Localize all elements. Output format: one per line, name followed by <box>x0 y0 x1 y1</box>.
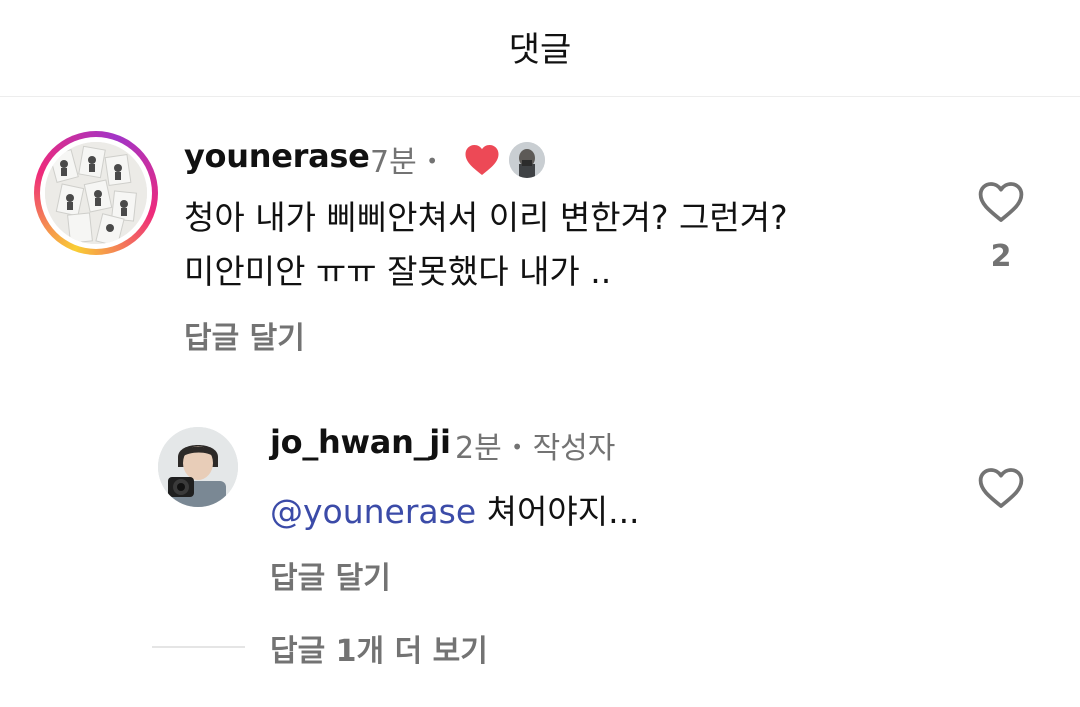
separator-dot: • <box>426 149 439 173</box>
reply-body: 쳐어야지... <box>486 492 640 531</box>
page-title: 댓글 <box>508 30 572 70</box>
comment-text-line: 청아 내가 삐삐안쳐서 이리 변한겨? 그런겨? <box>184 198 788 237</box>
like-heart-icon[interactable] <box>977 466 1025 510</box>
comment-username[interactable]: younerase <box>184 137 370 175</box>
reply-time: 2분 <box>455 431 502 466</box>
author-liked-avatar <box>509 142 545 178</box>
reply-button[interactable]: 답글 달기 <box>184 313 305 357</box>
like-heart-icon[interactable] <box>977 180 1025 224</box>
reply-button[interactable]: 답글 달기 <box>270 553 391 597</box>
red-heart-icon <box>465 145 499 175</box>
avatar[interactable] <box>34 131 158 255</box>
reply-meta: 2분 • 작성자 <box>455 423 615 467</box>
avatar[interactable] <box>158 427 238 507</box>
mention-link[interactable]: @younerase <box>270 492 476 531</box>
comment-text-line: 미안미안 ㅠㅠ 잘못했다 내가 .. <box>184 252 612 291</box>
comments-sheet-header: 댓글 <box>0 0 1080 97</box>
comment-meta: 7분 • <box>370 137 438 181</box>
divider <box>152 646 245 648</box>
reply-username[interactable]: jo_hwan_ji <box>270 423 451 461</box>
author-badge: 작성자 <box>532 431 616 466</box>
comment-time: 7분 <box>370 145 417 180</box>
view-more-replies-button[interactable]: 답글 1개 더 보기 <box>270 626 488 670</box>
like-count[interactable]: 2 <box>977 239 1025 274</box>
reply-text: @younerase 쳐어야지... <box>270 485 640 539</box>
comment-text: 청아 내가 삐삐안쳐서 이리 변한겨? 그런겨? 미안미안 ㅠㅠ 잘못했다 내가… <box>184 191 788 299</box>
separator-dot: • <box>511 435 524 459</box>
